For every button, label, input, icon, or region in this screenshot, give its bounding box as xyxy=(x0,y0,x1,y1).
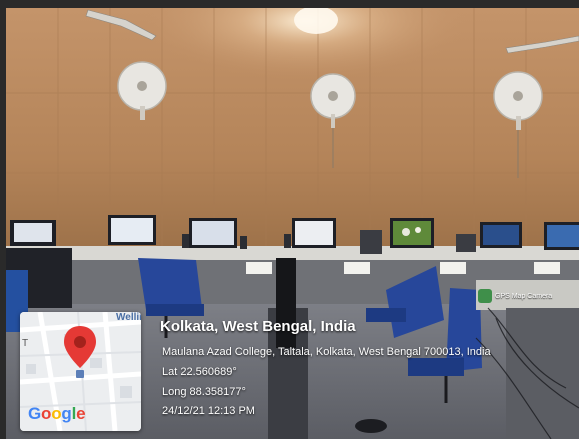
google-logo-letter: o xyxy=(41,404,52,423)
google-logo-letter: o xyxy=(51,404,62,423)
map-thumbnail[interactable]: Wellin T Google xyxy=(20,312,141,431)
location-title: Kolkata, West Bengal, India xyxy=(160,318,356,335)
latitude: Lat 22.560689° xyxy=(162,366,237,378)
map-street-label: Wellin xyxy=(116,312,141,323)
longitude: Long 88.358177° xyxy=(162,386,246,398)
location-address: Maulana Azad College, Taltala, Kolkata, … xyxy=(162,346,491,358)
gps-map-camera-icon xyxy=(478,289,492,303)
google-logo-letter: e xyxy=(76,404,86,423)
map-edge-label: T xyxy=(22,338,29,349)
google-logo-letter: G xyxy=(28,404,42,423)
google-logo: Google xyxy=(28,404,86,424)
gps-badge-label: GPS Map Camera xyxy=(495,292,553,300)
photo-frame: Wellin T Google GPS Map Camera Kolkata, … xyxy=(0,0,579,439)
timestamp: 24/12/21 12:13 PM xyxy=(162,405,255,417)
google-logo-letter: g xyxy=(61,404,72,423)
gps-map-camera-badge: GPS Map Camera xyxy=(478,288,552,304)
